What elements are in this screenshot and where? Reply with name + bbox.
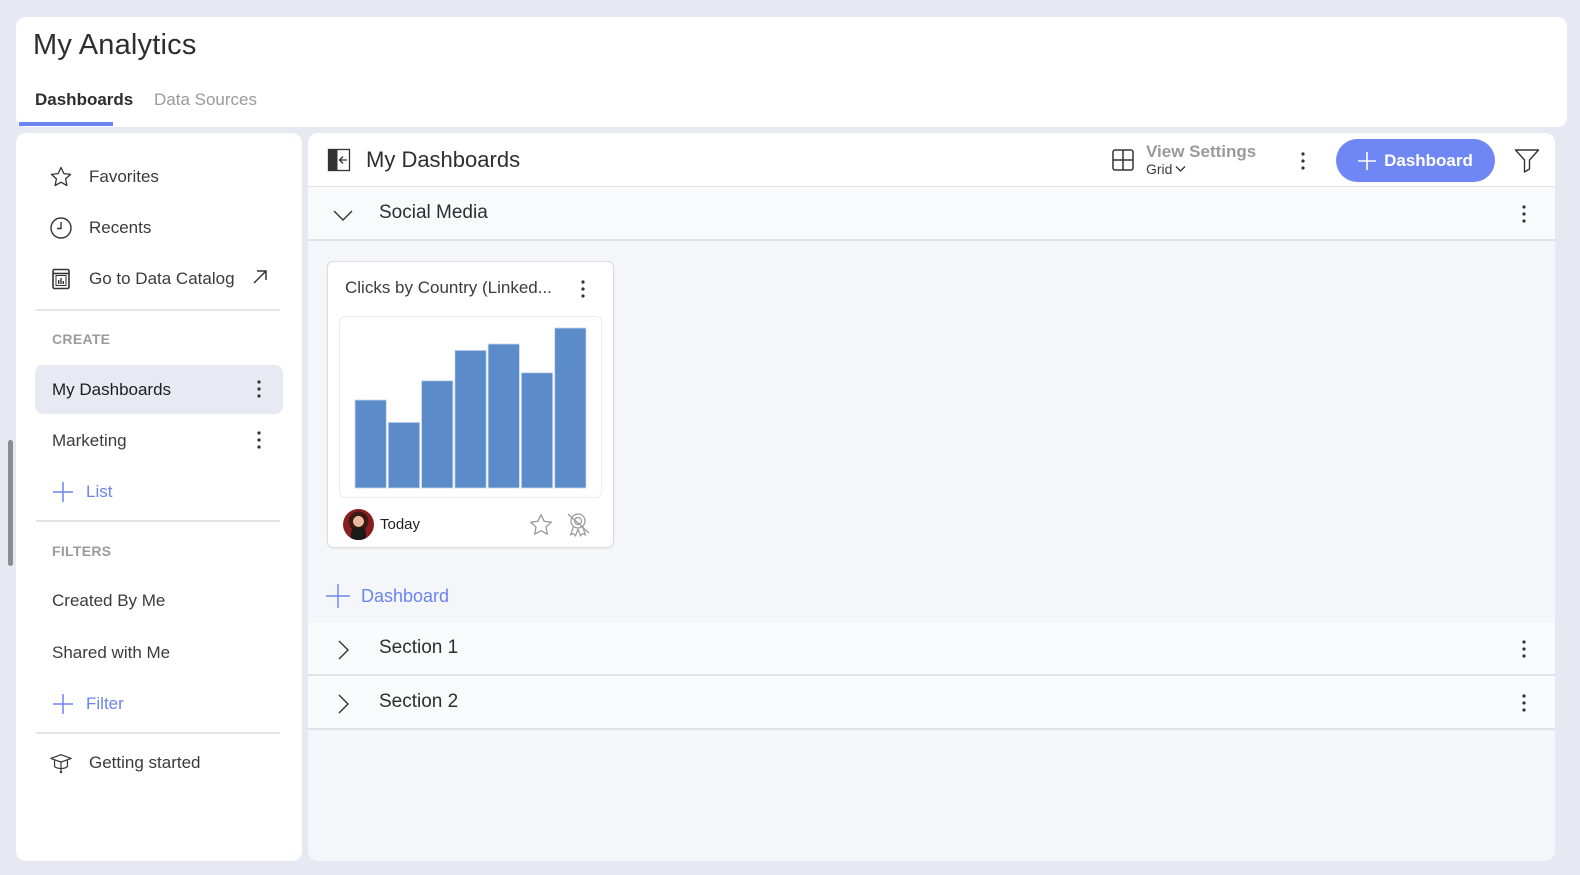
main-toolbar: My Dashboards View Settings Grid Dashboa… bbox=[308, 133, 1555, 187]
add-filter-button[interactable]: Filter bbox=[52, 693, 124, 715]
sidebar-divider bbox=[36, 309, 280, 311]
sidebar-scrollbar[interactable] bbox=[8, 440, 13, 566]
add-list-button[interactable]: List bbox=[52, 481, 112, 503]
add-filter-label: Filter bbox=[86, 694, 124, 713]
sidebar-divider bbox=[36, 732, 280, 734]
chart-bar bbox=[421, 380, 454, 489]
filters-heading: FILTERS bbox=[52, 543, 112, 559]
app-header: My Analytics Dashboards Data Sources bbox=[16, 17, 1567, 127]
thumbnail-bar-chart bbox=[354, 327, 587, 489]
filter-shared-with-me[interactable]: Shared with Me bbox=[52, 643, 170, 663]
add-dashboard-link[interactable]: Dashboard bbox=[325, 583, 449, 609]
more-options-icon[interactable] bbox=[249, 429, 269, 451]
avatar bbox=[343, 509, 374, 540]
add-list-label: List bbox=[86, 482, 113, 501]
chart-bar bbox=[520, 372, 554, 489]
more-options-icon[interactable] bbox=[1514, 203, 1534, 225]
tab-data-sources[interactable]: Data Sources bbox=[154, 90, 257, 127]
modified-date: Today bbox=[380, 516, 421, 533]
chart-bar bbox=[354, 399, 387, 489]
section-title: Section 1 bbox=[379, 637, 459, 658]
sidebar: Favorites Recents Go to Data Catalog CRE… bbox=[16, 133, 302, 861]
filter-icon[interactable] bbox=[1514, 147, 1540, 173]
chart-bar bbox=[454, 350, 487, 489]
sidebar-list-marketing[interactable]: Marketing bbox=[35, 416, 283, 465]
star-icon bbox=[49, 165, 73, 189]
collapse-sidebar-icon[interactable] bbox=[327, 148, 351, 172]
chevron-right-icon[interactable] bbox=[332, 639, 354, 661]
sidebar-item-label: Getting started bbox=[89, 753, 201, 772]
app-title: My Analytics bbox=[33, 29, 197, 61]
sidebar-item-getting-started[interactable]: Getting started bbox=[16, 743, 302, 783]
section-header-social-media[interactable]: Social Media bbox=[308, 187, 1555, 241]
section-title: Section 2 bbox=[379, 691, 459, 712]
filter-created-by-me[interactable]: Created By Me bbox=[52, 591, 165, 611]
sidebar-list-my-dashboards[interactable]: My Dashboards bbox=[35, 365, 283, 414]
chart-bar bbox=[387, 422, 420, 489]
graduation-cap-icon bbox=[49, 751, 73, 775]
chart-bar bbox=[554, 327, 587, 489]
chevron-right-icon[interactable] bbox=[332, 693, 354, 715]
page-title: My Dashboards bbox=[366, 147, 521, 172]
section-header-section-1[interactable]: Section 1 bbox=[308, 622, 1555, 676]
chevron-down-icon[interactable] bbox=[332, 204, 354, 226]
plus-icon bbox=[325, 583, 351, 609]
sidebar-item-favorites[interactable]: Favorites bbox=[16, 157, 302, 197]
sidebar-item-recents[interactable]: Recents bbox=[16, 208, 302, 248]
list-label: My Dashboards bbox=[52, 379, 172, 399]
certified-off-icon[interactable] bbox=[564, 511, 592, 539]
external-arrow-icon bbox=[251, 268, 269, 291]
grid-view-icon[interactable] bbox=[1111, 148, 1135, 172]
star-icon[interactable] bbox=[528, 512, 554, 538]
view-settings-value: Grid bbox=[1146, 161, 1173, 177]
more-options-icon[interactable] bbox=[1514, 692, 1534, 714]
section-header-section-2[interactable]: Section 2 bbox=[308, 676, 1555, 730]
more-options-icon[interactable] bbox=[1293, 150, 1313, 172]
create-heading: CREATE bbox=[52, 331, 111, 347]
plus-icon bbox=[1358, 151, 1377, 170]
active-tab-indicator bbox=[19, 122, 113, 126]
view-settings-label: View Settings bbox=[1146, 142, 1257, 161]
more-options-icon[interactable] bbox=[249, 378, 269, 400]
add-dashboard-label: Dashboard bbox=[1384, 150, 1473, 170]
sidebar-item-label: Recents bbox=[89, 218, 152, 237]
section-title: Social Media bbox=[379, 202, 488, 223]
add-dashboard-link-label: Dashboard bbox=[361, 585, 450, 606]
more-options-icon[interactable] bbox=[1514, 638, 1534, 660]
sidebar-item-label: Favorites bbox=[89, 167, 159, 186]
data-catalog-icon bbox=[49, 267, 73, 291]
view-settings-dropdown[interactable]: View Settings Grid bbox=[1146, 142, 1256, 177]
clock-icon bbox=[49, 216, 73, 240]
dashboard-thumbnail bbox=[339, 316, 602, 498]
plus-icon bbox=[52, 693, 74, 715]
sidebar-divider bbox=[36, 520, 280, 522]
sidebar-item-label: Go to Data Catalog bbox=[89, 269, 235, 288]
dashboard-card[interactable]: Clicks by Country (Linked... Today bbox=[327, 261, 614, 548]
chart-bar bbox=[487, 343, 520, 489]
sidebar-item-data-catalog[interactable]: Go to Data Catalog bbox=[16, 259, 302, 299]
main-panel: My Dashboards View Settings Grid Dashboa… bbox=[308, 133, 1555, 861]
dashboard-title: Clicks by Country (Linked... bbox=[345, 278, 552, 297]
more-options-icon[interactable] bbox=[573, 278, 593, 300]
chevron-down-icon bbox=[1175, 166, 1186, 172]
plus-icon bbox=[52, 481, 74, 503]
add-dashboard-button[interactable]: Dashboard bbox=[1336, 139, 1495, 182]
list-label: Marketing bbox=[52, 430, 127, 450]
